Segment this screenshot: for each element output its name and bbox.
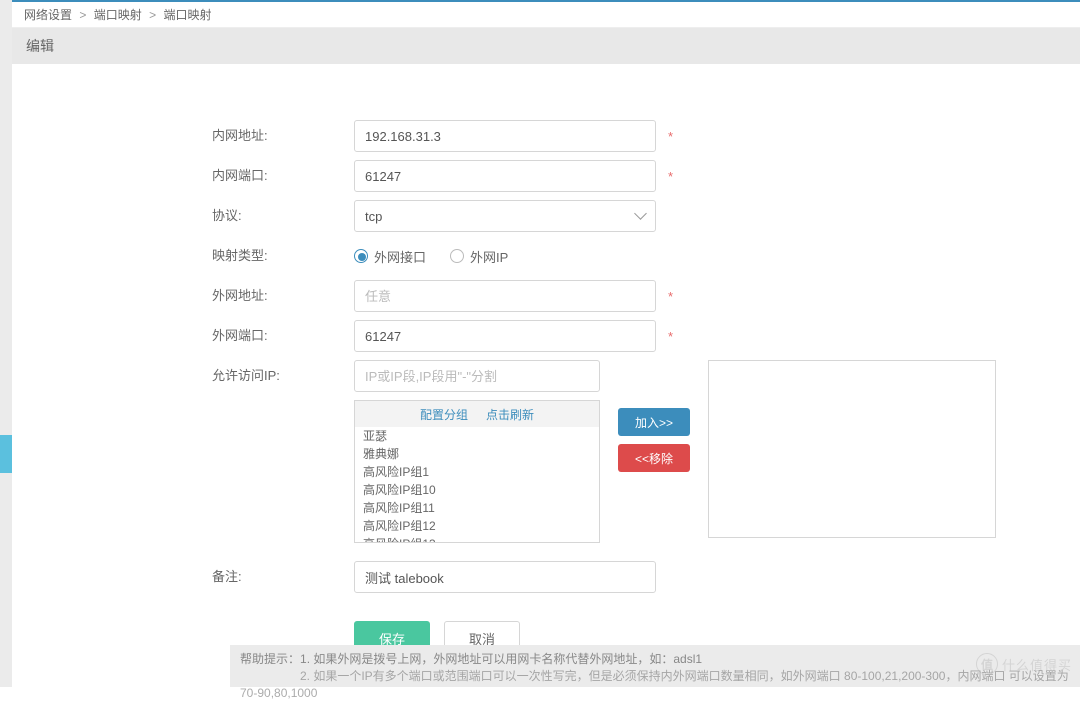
list-item[interactable]: 高风险IP组1 — [355, 463, 599, 481]
map-type-wan-ip[interactable]: 外网IP — [450, 247, 508, 266]
proto-select[interactable] — [354, 200, 656, 232]
wan-port-label: 外网端口: — [212, 320, 354, 352]
remark-label: 备注: — [212, 561, 354, 593]
list-item[interactable]: 高风险IP组10 — [355, 481, 599, 499]
breadcrumb-p3: 端口映射 — [163, 8, 211, 22]
list-item[interactable]: 雅典娜 — [355, 445, 599, 463]
radio-unchecked-icon — [450, 249, 464, 263]
wan-addr-label: 外网地址: — [212, 280, 354, 312]
allow-ip-input[interactable] — [354, 360, 600, 392]
allow-ip-label: 允许访问IP: — [212, 360, 354, 392]
lan-port-input[interactable] — [354, 160, 656, 192]
required-mark: * — [668, 329, 673, 344]
breadcrumb: 网络设置 > 端口映射 > 端口映射 — [12, 2, 1080, 28]
sidebar-strip — [0, 0, 12, 687]
list-item[interactable]: 高风险IP组12 — [355, 517, 599, 535]
watermark: 值 什么值得买 — [976, 653, 1072, 675]
wan-addr-input[interactable] — [354, 280, 656, 312]
breadcrumb-p2[interactable]: 端口映射 — [94, 8, 142, 22]
proto-label: 协议: — [212, 200, 354, 232]
map-type-wan-interface[interactable]: 外网接口 — [354, 247, 426, 266]
footer-help: 帮助提示：1. 如果外网是拨号上网，外网地址可以用网卡名称代替外网地址，如：ad… — [230, 645, 1080, 687]
footer-help-line1: 1. 如果外网是拨号上网，外网地址可以用网卡名称代替外网地址，如：adsl1 — [300, 652, 702, 666]
add-ip-button[interactable]: 加入>> — [618, 408, 690, 436]
required-mark: * — [668, 169, 673, 184]
page-title: 编辑 — [12, 28, 1080, 64]
ip-group-list[interactable]: 亚瑟 雅典娜 高风险IP组1 高风险IP组10 高风险IP组11 高风险IP组1… — [355, 427, 599, 542]
required-mark: * — [668, 289, 673, 304]
list-item[interactable]: 高风险IP组11 — [355, 499, 599, 517]
ip-group-header: 配置分组 点击刷新 — [355, 401, 599, 427]
remark-input[interactable] — [354, 561, 656, 593]
selected-ip-list[interactable] — [708, 360, 996, 538]
watermark-icon: 值 — [976, 653, 998, 675]
footer-help-line2: 2. 如果一个IP有多个端口或范围端口可以一次性写完，但是必须保持内外网端口数量… — [240, 669, 1069, 700]
breadcrumb-p1[interactable]: 网络设置 — [24, 8, 72, 22]
form-area: 内网地址: * 内网端口: * 协议: 映射类型: 外网接口 — [12, 64, 1080, 687]
ip-group-box: 配置分组 点击刷新 亚瑟 雅典娜 高风险IP组1 高风险IP组10 高风险IP组… — [354, 400, 600, 543]
config-group-link[interactable]: 配置分组 — [420, 406, 468, 423]
radio-label: 外网IP — [470, 247, 508, 266]
wan-port-input[interactable] — [354, 320, 656, 352]
footer-help-label: 帮助提示： — [240, 652, 300, 666]
lan-port-label: 内网端口: — [212, 160, 354, 192]
lan-addr-label: 内网地址: — [212, 120, 354, 152]
remove-ip-button[interactable]: <<移除 — [618, 444, 690, 472]
map-type-label: 映射类型: — [212, 240, 354, 272]
radio-checked-icon — [354, 249, 368, 263]
list-item[interactable]: 高风险IP组13 — [355, 535, 599, 542]
required-mark: * — [668, 129, 673, 144]
breadcrumb-sep: > — [149, 8, 156, 22]
radio-label: 外网接口 — [374, 247, 426, 266]
list-item[interactable]: 亚瑟 — [355, 427, 599, 445]
breadcrumb-sep: > — [79, 8, 86, 22]
watermark-text: 什么值得买 — [1002, 655, 1072, 674]
lan-addr-input[interactable] — [354, 120, 656, 152]
refresh-group-link[interactable]: 点击刷新 — [486, 406, 534, 423]
sidebar-active-indicator — [0, 435, 12, 473]
